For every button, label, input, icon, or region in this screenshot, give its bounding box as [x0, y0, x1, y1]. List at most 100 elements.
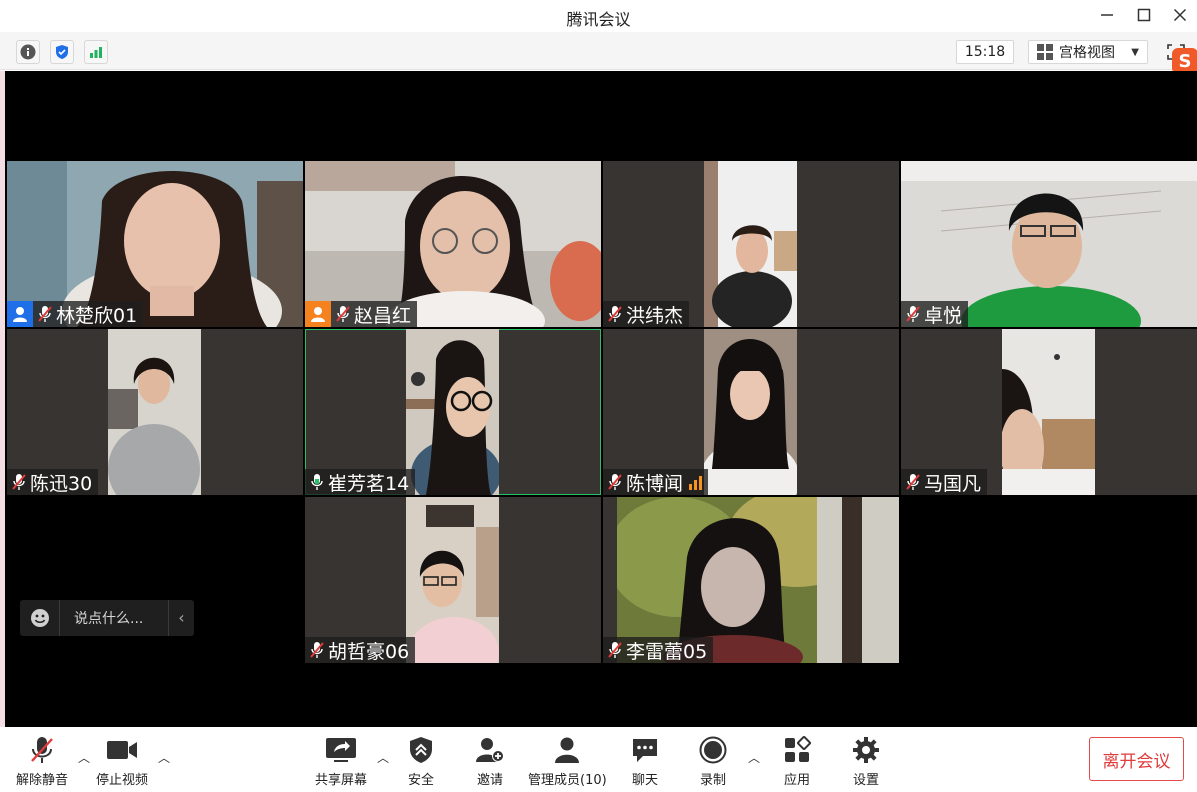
participant-tile[interactable]: 林楚欣01 — [7, 161, 303, 327]
participant-tile-active-speaker[interactable]: 崔芳茗14 — [305, 329, 601, 495]
participant-name-tag: 马国凡 — [901, 469, 988, 495]
signal-icon — [90, 47, 102, 58]
apps-button[interactable]: 应用 — [783, 735, 811, 788]
chat-button[interactable]: 聊天 — [631, 735, 659, 788]
participant-name-tag: 陈迅30 — [7, 469, 99, 495]
chat-quick-input[interactable]: 说点什么... ‹ — [20, 600, 194, 636]
settings-button[interactable]: 设置 — [852, 735, 880, 788]
shield-icon — [409, 735, 433, 765]
share-options-chevron-up-icon[interactable]: ︿ — [376, 749, 390, 766]
mic-muted-icon — [29, 735, 55, 765]
participant-name: 陈迅30 — [30, 472, 93, 495]
record-button[interactable]: 录制 — [699, 735, 727, 788]
participant-name: 洪纬杰 — [626, 304, 684, 327]
chat-placeholder[interactable]: 说点什么... — [60, 608, 168, 628]
participant-name: 卓悦 — [924, 304, 963, 327]
chat-label: 聊天 — [631, 773, 658, 788]
chevron-left-icon[interactable]: ‹ — [168, 600, 194, 636]
record-label: 录制 — [699, 773, 726, 788]
mic-muted-icon — [9, 469, 29, 495]
participant-tile[interactable]: 洪纬杰 — [603, 161, 899, 327]
network-status-button[interactable] — [84, 40, 108, 64]
tencent-meeting-window: 腾讯会议 15:18 宫格视图 ▼ S 林楚欣01 赵昌红 洪纬杰 卓悦 陈迅3… — [0, 0, 1197, 792]
mic-muted-icon — [307, 637, 327, 663]
meeting-timer: 15:18 — [956, 40, 1014, 64]
participant-tile[interactable]: 卓悦 — [901, 161, 1197, 327]
participant-name: 崔芳茗14 — [328, 472, 410, 495]
minimize-button[interactable] — [1095, 4, 1119, 26]
shield-icon — [56, 45, 68, 59]
invite-button[interactable]: 邀请 — [475, 735, 505, 788]
video-grid: 林楚欣01 赵昌红 洪纬杰 卓悦 陈迅30 崔芳茗14 陈博闻 马国凡 胡哲豪0… — [5, 71, 1197, 727]
participant-tile[interactable]: 陈博闻 — [603, 329, 899, 495]
maximize-icon — [1137, 8, 1151, 22]
video-camera-icon — [106, 735, 138, 765]
participant-tile[interactable]: 赵昌红 — [305, 161, 601, 327]
security-status-button[interactable] — [50, 40, 74, 64]
video-options-chevron-up-icon[interactable]: ︿ — [157, 749, 171, 766]
settings-label: 设置 — [852, 773, 879, 788]
participant-name-tag: 崔芳茗14 — [305, 469, 416, 495]
participant-tile[interactable]: 李雷蕾05 — [603, 497, 899, 663]
participant-name-tag: 赵昌红 — [305, 301, 418, 327]
meeting-top-toolbar: 15:18 宫格视图 ▼ — [0, 32, 1197, 70]
video-feed — [1002, 329, 1095, 495]
participant-name-tag: 胡哲豪06 — [305, 637, 416, 663]
participant-name: 李雷蕾05 — [626, 640, 708, 663]
title-bar: 腾讯会议 — [0, 0, 1197, 32]
minimize-icon — [1101, 14, 1113, 16]
mic-muted-icon — [333, 301, 353, 327]
view-mode-dropdown[interactable]: 宫格视图 ▼ — [1028, 40, 1148, 64]
participant-name-tag: 林楚欣01 — [7, 301, 144, 327]
chat-bubble-icon — [631, 735, 659, 765]
apps-grid-icon — [783, 735, 811, 765]
unmute-label: 解除静音 — [16, 773, 69, 788]
security-button[interactable]: 安全 — [408, 735, 434, 788]
participant-name: 马国凡 — [924, 472, 982, 495]
meeting-info-button[interactable] — [16, 40, 40, 64]
record-options-chevron-up-icon[interactable]: ︿ — [747, 749, 761, 766]
invite-label: 邀请 — [476, 773, 503, 788]
audio-options-chevron-up-icon[interactable]: ︿ — [77, 749, 91, 766]
participant-name: 林楚欣01 — [56, 304, 138, 327]
participant-tile[interactable]: 胡哲豪06 — [305, 497, 601, 663]
video-feed — [704, 329, 797, 495]
grid-view-icon — [1037, 44, 1053, 60]
close-button[interactable] — [1168, 4, 1192, 26]
stop-video-label: 停止视频 — [96, 773, 149, 788]
mic-muted-icon — [605, 637, 625, 663]
apps-label: 应用 — [783, 773, 810, 788]
manage-members-button[interactable]: 管理成员(10) — [528, 735, 607, 788]
close-icon — [1173, 8, 1187, 22]
participant-name-tag: 李雷蕾05 — [603, 637, 714, 663]
participant-name: 陈博闻 — [626, 472, 684, 495]
participant-name: 赵昌红 — [354, 304, 412, 327]
record-icon — [699, 735, 727, 765]
window-title: 腾讯会议 — [566, 10, 631, 29]
leave-meeting-button[interactable]: 离开会议 — [1089, 737, 1184, 781]
participant-name-tag: 陈博闻 — [603, 469, 709, 495]
participant-name-tag: 洪纬杰 — [603, 301, 690, 327]
maximize-button[interactable] — [1132, 4, 1156, 26]
unmute-button[interactable]: 解除静音 — [16, 735, 68, 788]
members-icon — [553, 735, 581, 765]
mic-muted-icon — [605, 301, 625, 327]
emoji-icon[interactable] — [20, 600, 60, 636]
video-feed — [108, 329, 201, 495]
stop-video-button[interactable]: 停止视频 — [96, 735, 148, 788]
participant-tile[interactable]: 马国凡 — [901, 329, 1197, 495]
security-label: 安全 — [408, 773, 435, 788]
share-screen-label: 共享屏幕 — [315, 773, 368, 788]
share-screen-button[interactable]: 共享屏幕 — [315, 735, 367, 788]
mic-muted-icon — [903, 301, 923, 327]
participant-name: 胡哲豪06 — [328, 640, 410, 663]
meeting-control-bar: 解除静音 ︿ 停止视频 ︿ 共享屏幕 ︿ 安全 邀请 管理成员(10) 聊天 录… — [0, 727, 1197, 792]
caret-down-icon: ▼ — [1131, 46, 1139, 58]
network-weak-icon — [689, 474, 703, 490]
video-feed — [406, 497, 499, 663]
host-badge-icon — [7, 301, 33, 327]
gear-icon — [852, 735, 880, 765]
share-screen-icon — [325, 735, 357, 765]
mic-muted-icon — [903, 469, 923, 495]
participant-tile[interactable]: 陈迅30 — [7, 329, 303, 495]
